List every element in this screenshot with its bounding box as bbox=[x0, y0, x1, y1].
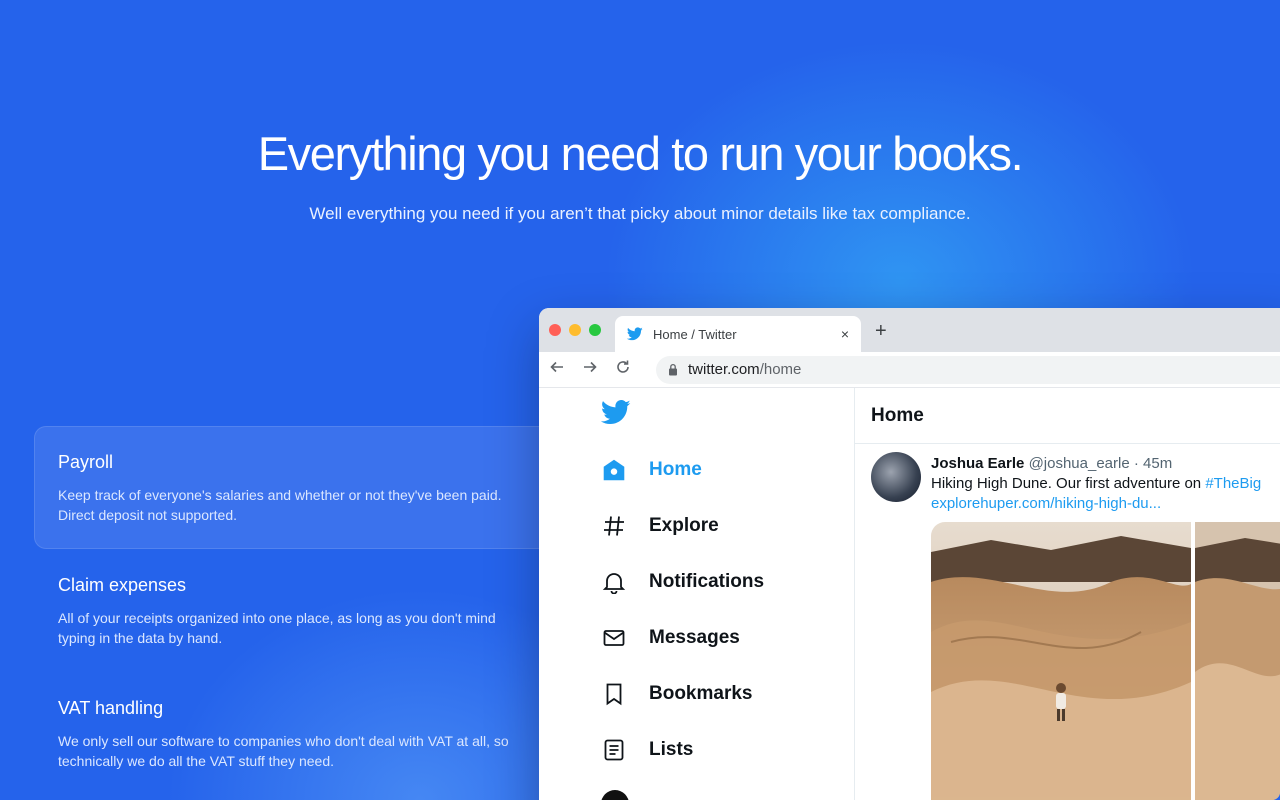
tweet-author-name[interactable]: Joshua Earle bbox=[931, 455, 1024, 472]
back-arrow-icon[interactable] bbox=[549, 359, 582, 380]
window-controls bbox=[549, 324, 601, 336]
sidebar-item-messages[interactable]: Messages bbox=[601, 618, 740, 658]
hero-subtitle: Well everything you need if you aren’t t… bbox=[309, 204, 971, 223]
tweet-body: Hiking High Dune. Our first adventure on bbox=[931, 475, 1206, 492]
feature-title: Payroll bbox=[58, 452, 114, 472]
feature-title: VAT handling bbox=[58, 698, 164, 718]
sidebar-item-explore[interactable]: Explore bbox=[601, 506, 719, 546]
feature-list: Payroll Keep track of everyone's salarie… bbox=[34, 426, 574, 795]
feature-vat-handling[interactable]: VAT handling We only sell our software t… bbox=[34, 672, 574, 795]
sidebar-item-label: Bookmarks bbox=[649, 683, 753, 704]
url-path: /home bbox=[759, 361, 802, 378]
tweet-media[interactable] bbox=[931, 522, 1280, 800]
reload-icon[interactable] bbox=[615, 359, 648, 380]
sidebar-item-lists[interactable]: Lists bbox=[601, 730, 693, 770]
new-tab-button[interactable]: + bbox=[875, 320, 887, 343]
tweet-separator: · bbox=[1129, 455, 1144, 472]
home-icon bbox=[601, 457, 627, 483]
feature-title: Claim expenses bbox=[58, 575, 187, 595]
feature-description: All of your receipts organized into one … bbox=[58, 610, 496, 646]
feature-description: We only sell our software to companies w… bbox=[58, 733, 509, 769]
url-domain: twitter.com bbox=[688, 361, 760, 378]
tab-title: Home / Twitter bbox=[653, 326, 737, 342]
envelope-icon bbox=[601, 626, 627, 650]
browser-window: Home / Twitter × + twitter.com/home Home… bbox=[539, 308, 1280, 800]
profile-avatar[interactable] bbox=[601, 790, 629, 800]
sidebar-item-label: Messages bbox=[649, 627, 740, 648]
twitter-bird-icon bbox=[627, 327, 643, 341]
hero-title: Everything you need to run your books. bbox=[257, 127, 1024, 180]
twitter-page: Home Explore Notifications Messages Book… bbox=[539, 388, 1280, 800]
lock-icon bbox=[668, 363, 678, 376]
feature-claim-expenses[interactable]: Claim expenses All of your receipts orga… bbox=[34, 549, 574, 672]
minimize-window-button[interactable] bbox=[569, 324, 581, 336]
browser-tab[interactable]: Home / Twitter × bbox=[615, 316, 861, 352]
hashtag-icon bbox=[601, 514, 627, 538]
browser-tabbar: Home / Twitter × + bbox=[539, 308, 1280, 352]
sidebar-item-label: Lists bbox=[649, 739, 694, 760]
feature-payroll[interactable]: Payroll Keep track of everyone's salarie… bbox=[34, 426, 574, 549]
sidebar-item-notifications[interactable]: Notifications bbox=[601, 562, 764, 602]
page-background: Everything you need to run your books. W… bbox=[0, 0, 1280, 800]
sidebar-item-home[interactable]: Home bbox=[601, 450, 702, 490]
tweet-author-handle[interactable]: @joshua_earle bbox=[1029, 455, 1130, 472]
timeline-header: Home bbox=[855, 388, 1280, 444]
forward-arrow-icon[interactable] bbox=[582, 359, 615, 380]
bell-icon bbox=[601, 570, 627, 594]
tweet-content: Joshua Earle @joshua_earle · 45m Hiking … bbox=[931, 454, 1280, 514]
tweet-timestamp[interactable]: 45m bbox=[1143, 455, 1172, 472]
sidebar-item-label: Home bbox=[649, 459, 702, 480]
bookmark-icon bbox=[601, 682, 627, 706]
desert-dune-photo[interactable] bbox=[931, 522, 1191, 800]
tweet[interactable]: Joshua Earle @joshua_earle · 45m Hiking … bbox=[855, 444, 1280, 514]
sidebar-item-label: Explore bbox=[649, 515, 719, 536]
feature-description: Keep track of everyone's salaries and wh… bbox=[58, 487, 502, 523]
desert-dune-photo-2[interactable] bbox=[1195, 522, 1280, 800]
sidebar-item-label: Notifications bbox=[649, 571, 765, 592]
sidebar-item-bookmarks[interactable]: Bookmarks bbox=[601, 674, 753, 714]
tweet-link[interactable]: explorehuper.com/hiking-high-du... bbox=[931, 495, 1161, 512]
tweet-text: Hiking High Dune. Our first adventure on… bbox=[931, 474, 1280, 494]
list-icon bbox=[601, 738, 627, 762]
tab-close-icon[interactable]: × bbox=[841, 326, 849, 342]
address-bar[interactable]: twitter.com/home bbox=[656, 355, 1280, 384]
twitter-logo-icon[interactable] bbox=[600, 400, 631, 430]
avatar[interactable] bbox=[871, 452, 921, 502]
twitter-sidebar: Home Explore Notifications Messages Book… bbox=[539, 388, 855, 800]
tweet-header: Joshua Earle @joshua_earle · 45m bbox=[931, 454, 1280, 474]
browser-toolbar: twitter.com/home bbox=[539, 352, 1280, 388]
tweet-hashtag[interactable]: #TheBig bbox=[1205, 475, 1261, 492]
maximize-window-button[interactable] bbox=[589, 324, 601, 336]
twitter-timeline: Home Joshua Earle @joshua_earle · 45m Hi… bbox=[855, 388, 1280, 800]
close-window-button[interactable] bbox=[549, 324, 561, 336]
